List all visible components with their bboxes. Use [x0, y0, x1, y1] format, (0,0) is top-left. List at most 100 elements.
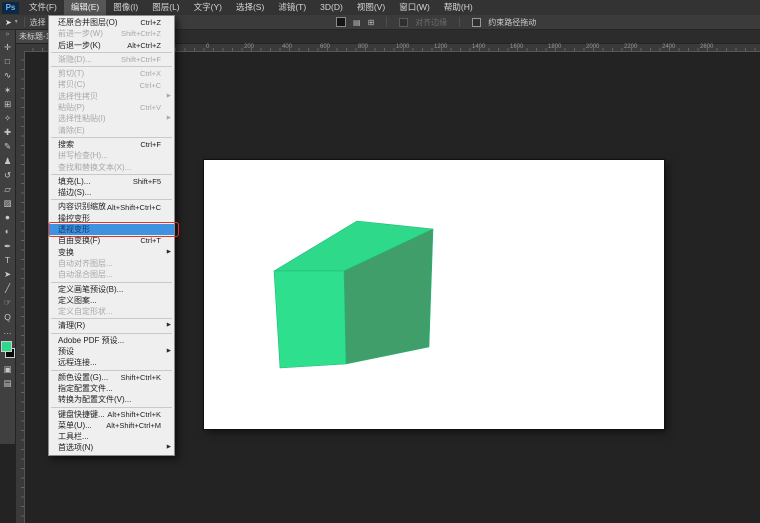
fill-swatch[interactable] — [336, 17, 346, 27]
menu-separator — [51, 318, 172, 319]
healing-brush-tool[interactable]: ✚ — [0, 125, 15, 139]
menu-item-shortcut: Ctrl+C — [140, 81, 161, 90]
toolbar-ellipsis[interactable]: … — [0, 324, 15, 338]
menu-item-拼写检查H[interactable]: 拼写检查(H)... — [49, 150, 174, 161]
pen-tool[interactable]: ✒ — [0, 239, 15, 253]
blur-tool[interactable]: ● — [0, 210, 15, 224]
path-selection-tool[interactable]: ➤ — [0, 267, 15, 281]
type-tool[interactable]: T — [0, 253, 15, 267]
align-icon[interactable]: ▤ — [353, 18, 361, 27]
ruler-label: 200 — [244, 44, 254, 50]
menubar-item-view[interactable]: 视图(V) — [350, 0, 392, 15]
menu-item-内容识别缩放[interactable]: 内容识别缩放Alt+Shift+Ctrl+C — [49, 201, 174, 212]
menu-item-指定配置文件[interactable]: 指定配置文件... — [49, 383, 174, 394]
menu-item-工具栏[interactable]: 工具栏... — [49, 431, 174, 442]
menu-item-远程连接[interactable]: 远程连接... — [49, 357, 174, 368]
menu-separator — [51, 333, 172, 334]
menu-item-label: 自由变换(F) — [58, 235, 100, 246]
menu-item-定义画笔预设B[interactable]: 定义画笔预设(B)... — [49, 284, 174, 295]
menu-item-label: 首选项(N) — [58, 442, 93, 453]
menu-item-透视变形[interactable]: 透视变形 — [49, 224, 174, 235]
brush-tool[interactable]: ✎ — [0, 139, 15, 153]
menu-separator — [51, 407, 172, 408]
menubar-item-image[interactable]: 图像(I) — [106, 0, 145, 15]
menubar-item-type[interactable]: 文字(Y) — [187, 0, 229, 15]
quick-selection-tool[interactable]: ✶ — [0, 83, 15, 97]
eyedropper-tool[interactable]: ✧ — [0, 111, 15, 125]
menubar-item-layer[interactable]: 图层(L) — [145, 0, 186, 15]
menu-item-键盘快捷键[interactable]: 键盘快捷键...Alt+Shift+Ctrl+K — [49, 409, 174, 420]
hand-tool[interactable]: ☞ — [0, 295, 15, 309]
divider — [386, 17, 387, 27]
menu-item-label: 选择性拷贝 — [58, 91, 98, 102]
clone-stamp-tool[interactable]: ♟ — [0, 154, 15, 168]
menubar-item-3d[interactable]: 3D(D) — [313, 0, 350, 15]
crop-tool[interactable]: ⊞ — [0, 97, 15, 111]
ruler-label: 0 — [206, 44, 209, 50]
dodge-tool[interactable]: ◐ — [0, 224, 15, 238]
menu-item-自动混合图层[interactable]: 自动混合图层... — [49, 269, 174, 280]
menu-item-后退一步K[interactable]: 后退一步(K)Alt+Ctrl+Z — [49, 40, 174, 51]
edit-dropdown-menu: 还原合并图层(O)Ctrl+Z前进一步(W)Shift+Ctrl+Z后退一步(K… — [48, 15, 175, 456]
canvas[interactable] — [204, 160, 664, 429]
menu-item-还原合并图层O[interactable]: 还原合并图层(O)Ctrl+Z — [49, 17, 174, 28]
menu-item-label: 定义画笔预设(B)... — [58, 284, 123, 295]
menu-item-剪切T[interactable]: 剪切(T)Ctrl+X — [49, 68, 174, 79]
menu-item-粘贴P[interactable]: 粘贴(P)Ctrl+V — [49, 102, 174, 113]
shape-tool[interactable]: ╱ — [0, 281, 15, 295]
menu-item-自动对齐图层[interactable]: 自动对齐图层... — [49, 258, 174, 269]
chevron-down-icon[interactable]: ▼ — [14, 19, 19, 25]
menu-item-描边S[interactable]: 描边(S)... — [49, 187, 174, 198]
menubar-item-help[interactable]: 帮助(H) — [437, 0, 480, 15]
screen-mode-icon[interactable]: ▤ — [0, 376, 15, 390]
menu-item-首选项N[interactable]: 首选项(N)▶ — [49, 442, 174, 453]
constrain-path-drag-checkbox[interactable] — [472, 18, 481, 27]
menu-item-前进一步W[interactable]: 前进一步(W)Shift+Ctrl+Z — [49, 28, 174, 39]
menubar-item-select[interactable]: 选择(S) — [229, 0, 271, 15]
zoom-tool[interactable]: Q — [0, 310, 15, 324]
menu-item-定义自定形状[interactable]: 定义自定形状... — [49, 306, 174, 317]
menu-item-渐隐D[interactable]: 渐隐(D)...Shift+Ctrl+F — [49, 54, 174, 65]
foreground-color-swatch[interactable] — [1, 341, 12, 352]
menu-item-查找和替换文本X[interactable]: 查找和替换文本(X)... — [49, 162, 174, 173]
menu-item-颜色设置G[interactable]: 颜色设置(G)...Shift+Ctrl+K — [49, 372, 174, 383]
menubar-item-filter[interactable]: 滤镜(T) — [271, 0, 313, 15]
menubar-item-edit[interactable]: 编辑(E) — [64, 0, 106, 15]
menu-item-label: 选择性粘贴(I) — [58, 113, 106, 124]
menu-item-shortcut: Shift+Ctrl+F — [121, 55, 161, 64]
divider — [24, 17, 25, 27]
menu-item-Adobe PDF 预设[interactable]: Adobe PDF 预设... — [49, 335, 174, 346]
align-edges-checkbox[interactable] — [399, 18, 408, 27]
history-brush-tool[interactable]: ↺ — [0, 168, 15, 182]
menu-item-操控变形[interactable]: 操控变形 — [49, 213, 174, 224]
menu-item-清理R[interactable]: 清理(R)▶ — [49, 320, 174, 331]
menu-item-label: 预设 — [58, 346, 74, 357]
collapse-panel-icon[interactable]: » — [0, 30, 15, 40]
menu-item-变换[interactable]: 变换▶ — [49, 247, 174, 258]
menubar-item-window[interactable]: 窗口(W) — [392, 0, 437, 15]
quick-mask-icon[interactable]: ▣ — [0, 362, 15, 376]
menu-item-选择性粘贴I[interactable]: 选择性粘贴(I)▶ — [49, 113, 174, 124]
menu-item-搜索[interactable]: 搜索Ctrl+F — [49, 139, 174, 150]
eraser-tool[interactable]: ▱ — [0, 182, 15, 196]
ruler-label: 1600 — [510, 44, 523, 50]
menu-item-选择性拷贝[interactable]: 选择性拷贝▶ — [49, 91, 174, 102]
menu-item-label: 填充(L)... — [58, 176, 90, 187]
ruler-label: 2000 — [586, 44, 599, 50]
lasso-tool[interactable]: ∿ — [0, 68, 15, 82]
menu-item-清除E[interactable]: 清除(E) — [49, 125, 174, 136]
gradient-tool[interactable]: ▨ — [0, 196, 15, 210]
menu-item-自由变换F[interactable]: 自由变换(F)Ctrl+T — [49, 235, 174, 246]
menu-item-定义图案[interactable]: 定义图案... — [49, 295, 174, 306]
path-selection-tool-icon[interactable]: ➤ — [5, 18, 12, 27]
menu-item-菜单U[interactable]: 菜单(U)...Alt+Shift+Ctrl+M — [49, 420, 174, 431]
move-tool[interactable]: ✛ — [0, 40, 15, 54]
menu-item-填充L[interactable]: 填充(L)...Shift+F5 — [49, 176, 174, 187]
menubar-item-file[interactable]: 文件(F) — [22, 0, 64, 15]
menu-item-拷贝C[interactable]: 拷贝(C)Ctrl+C — [49, 79, 174, 90]
menu-item-label: 搜索 — [58, 139, 74, 150]
menu-item-转换为配置文件V[interactable]: 转换为配置文件(V)... — [49, 394, 174, 405]
arrange-icon[interactable]: ⊞ — [368, 18, 375, 27]
menu-item-预设[interactable]: 预设▶ — [49, 346, 174, 357]
rectangular-marquee-tool[interactable]: □ — [0, 54, 15, 68]
